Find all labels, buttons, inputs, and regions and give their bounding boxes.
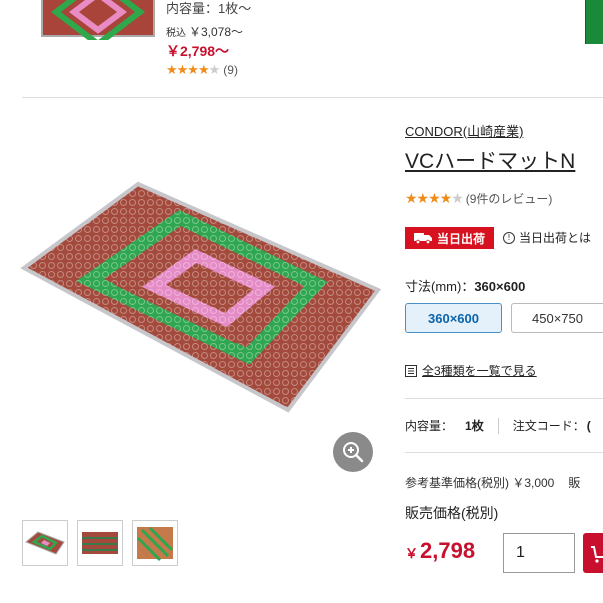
quantity-input[interactable] (503, 533, 575, 573)
cart-icon (591, 546, 603, 563)
sale-price-label: 販売価格(税別) (405, 505, 499, 521)
order-code-label: 注文コード： (512, 419, 585, 433)
star-rating-icon: ★★★★★ (166, 62, 220, 77)
view-all-variants-link[interactable]: 全3種類を一覧で見る (405, 362, 537, 379)
star-rating-icon: ★★★★★ (405, 190, 464, 206)
view-all-variants-label: 全3種類を一覧で見る (422, 364, 537, 378)
thumbnail-2[interactable] (77, 520, 123, 566)
prev-product-image[interactable] (40, 0, 158, 40)
same-day-help-label: 当日出荷とは (519, 231, 592, 245)
brand-link[interactable]: CONDOR(山崎産業) (405, 121, 523, 140)
divider (22, 97, 603, 98)
prev-review-count: (9) (223, 63, 238, 77)
reference-price: 参考基準価格(税別) ￥3,000 販 (405, 476, 581, 490)
size-option-450x750[interactable]: 450×750 (511, 303, 603, 333)
capacity-value: 1枚 (465, 419, 484, 433)
truck-icon (413, 233, 432, 244)
capacity-label: 内容量： (405, 419, 454, 433)
review-count: (9件のレビュー) (465, 192, 553, 206)
size-option-360x600[interactable]: 360×600 (405, 303, 502, 333)
info-icon: ! (503, 231, 515, 244)
next-product-edge[interactable] (585, 0, 603, 44)
main-product-image[interactable] (20, 180, 382, 415)
capacity-row: 内容量： 1枚 注文コード： ( (405, 417, 591, 434)
zoom-button[interactable] (333, 432, 373, 472)
same-day-shipping-badge: 当日出荷 (405, 227, 494, 249)
divider (497, 417, 499, 434)
thumbnail-1[interactable] (22, 520, 68, 566)
divider (405, 452, 603, 453)
prev-price: ￥2,798〜 (166, 43, 230, 59)
prev-capacity: 内容量：1枚〜 (166, 1, 252, 16)
zoom-in-icon (343, 442, 364, 463)
thumbnail-strip (22, 520, 178, 566)
same-day-help-link[interactable]: ! 当日出荷とは (503, 229, 591, 246)
same-day-label: 当日出荷 (436, 231, 485, 246)
add-to-cart-button[interactable] (583, 533, 603, 573)
sale-price: ￥2,798 (405, 538, 476, 563)
divider (405, 398, 603, 399)
list-icon (405, 364, 417, 377)
thumbnail-3[interactable] (132, 520, 178, 566)
product-title: VCハードマットN (405, 150, 576, 173)
size-label: 寸法(mm)：360×600 (405, 279, 526, 294)
product-rating[interactable]: ★★★★★ (9件のレビュー) (405, 190, 552, 207)
order-code-value: ( (586, 418, 591, 433)
prev-rating[interactable]: ★★★★★ (9) (166, 62, 238, 78)
prev-tax-price: 税込 ￥3,078〜 (166, 25, 244, 39)
